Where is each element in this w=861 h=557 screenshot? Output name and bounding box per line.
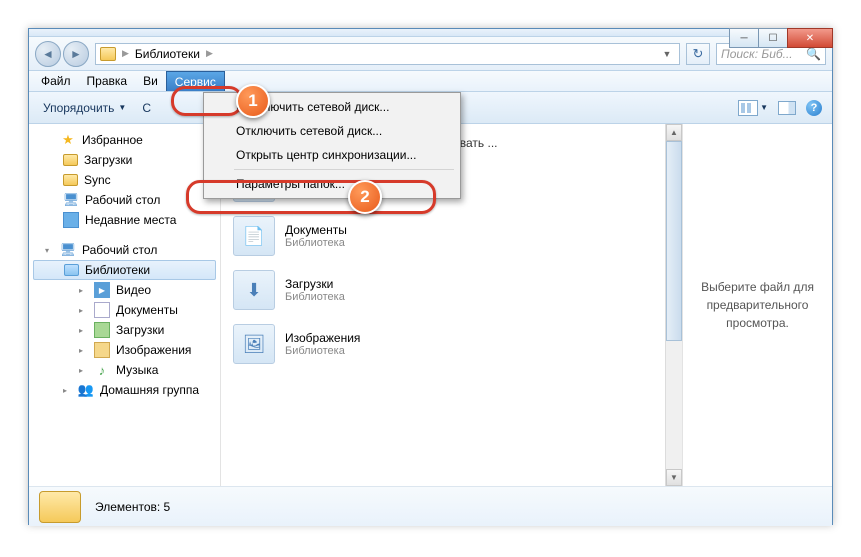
preview-pane-button[interactable]: [778, 101, 796, 115]
menu-bar: Файл Правка Ви Сервис: [29, 71, 832, 92]
list-item[interactable]: 📄 ДокументыБиблиотека: [231, 214, 672, 258]
sidebar-homegroup[interactable]: ▸👥Домашняя группа: [29, 380, 220, 400]
explorer-window: ─ ☐ ✕ ◄ ► ▶ Библиотеки ▶ ▼ ↻ Поиск: Биб.…: [28, 28, 833, 525]
status-bar: Элементов: 5: [29, 486, 832, 526]
downloads-library-icon: ⬇: [233, 270, 275, 310]
search-placeholder: Поиск: Биб...: [721, 47, 802, 61]
close-button[interactable]: ✕: [787, 28, 833, 48]
help-button[interactable]: ?: [806, 100, 822, 116]
address-dropdown-icon[interactable]: ▼: [659, 49, 675, 59]
menu-sync-center[interactable]: Открыть центр синхронизации...: [206, 143, 458, 167]
sidebar-music[interactable]: ▸♪Музыка: [29, 360, 220, 380]
breadcrumb-item[interactable]: Библиотеки: [135, 47, 200, 61]
titlebar[interactable]: ─ ☐ ✕: [29, 29, 832, 37]
documents-library-icon: 📄: [233, 216, 275, 256]
address-bar[interactable]: ▶ Библиотеки ▶ ▼: [95, 43, 680, 65]
scroll-up-button[interactable]: ▲: [666, 124, 682, 141]
menu-file[interactable]: Файл: [33, 71, 79, 91]
view-mode-button[interactable]: ▼: [738, 100, 768, 116]
sidebar-images[interactable]: ▸Изображения: [29, 340, 220, 360]
sidebar-libraries[interactable]: Библиотеки: [33, 260, 216, 280]
minimize-button[interactable]: ─: [729, 28, 759, 48]
video-icon: ▶: [94, 282, 110, 298]
expand-icon[interactable]: ▸: [79, 366, 88, 375]
document-icon: [94, 302, 110, 318]
expand-icon[interactable]: ▸: [79, 326, 88, 335]
preview-pane: Выберите файл для предварительного просм…: [682, 124, 832, 486]
sidebar-desktop-root[interactable]: ▾🖥Рабочий стол: [29, 240, 220, 260]
chevron-right-icon: ▶: [122, 48, 129, 59]
share-button[interactable]: С: [138, 99, 155, 117]
music-icon: ♪: [94, 362, 110, 378]
scroll-down-button[interactable]: ▼: [666, 469, 682, 486]
forward-button[interactable]: ►: [63, 41, 89, 67]
chevron-down-icon: ▼: [760, 103, 768, 112]
expand-icon[interactable]: ▸: [63, 386, 72, 395]
desktop-icon: 🖥: [63, 192, 79, 208]
status-count: Элементов: 5: [95, 500, 170, 514]
desktop-icon: 🖥: [60, 242, 76, 258]
expand-icon[interactable]: ▸: [79, 306, 88, 315]
downloads-icon: [94, 322, 110, 338]
menu-separator: [234, 169, 454, 170]
folder-icon: [39, 491, 81, 523]
expand-icon[interactable]: ▸: [79, 346, 88, 355]
chevron-right-icon: ▶: [206, 48, 213, 59]
list-item[interactable]: 🖼 ИзображенияБиблиотека: [231, 322, 672, 366]
chevron-down-icon: ▼: [118, 103, 126, 112]
nav-bar: ◄ ► ▶ Библиотеки ▶ ▼ ↻ Поиск: Биб... 🔍: [29, 37, 832, 71]
folder-icon: [63, 154, 78, 166]
folder-icon: [63, 174, 78, 186]
homegroup-icon: 👥: [78, 382, 94, 398]
menu-edit[interactable]: Правка: [79, 71, 136, 91]
organize-button[interactable]: Упорядочить ▼: [39, 99, 130, 117]
list-item[interactable]: ⬇ ЗагрузкиБиблиотека: [231, 268, 672, 312]
images-library-icon: 🖼: [233, 324, 275, 364]
scrollbar[interactable]: ▲ ▼: [665, 124, 682, 486]
menu-unmap-drive[interactable]: Отключить сетевой диск...: [206, 119, 458, 143]
view-icon: [738, 100, 758, 116]
expand-icon[interactable]: ▸: [79, 286, 88, 295]
recent-icon: [63, 212, 79, 228]
navigation-pane: ★Избранное Загрузки Sync 🖥Рабочий стол Н…: [29, 124, 221, 486]
images-icon: [94, 342, 110, 358]
sidebar-downloads[interactable]: Загрузки: [29, 150, 220, 170]
libraries-icon: [64, 264, 79, 276]
folder-icon: [100, 47, 116, 61]
scroll-thumb[interactable]: [666, 141, 682, 341]
sidebar-downloads-lib[interactable]: ▸Загрузки: [29, 320, 220, 340]
sidebar-recent[interactable]: Недавние места: [29, 210, 220, 230]
star-icon: ★: [60, 132, 76, 148]
back-button[interactable]: ◄: [35, 41, 61, 67]
collapse-icon[interactable]: ▾: [45, 246, 54, 255]
maximize-button[interactable]: ☐: [758, 28, 788, 48]
sidebar-documents[interactable]: ▸Документы: [29, 300, 220, 320]
sidebar-favorites[interactable]: ★Избранное: [29, 130, 220, 150]
search-icon: 🔍: [806, 47, 821, 61]
refresh-button[interactable]: ↻: [686, 43, 710, 65]
menu-view[interactable]: Ви: [135, 71, 166, 91]
sidebar-video[interactable]: ▸▶Видео: [29, 280, 220, 300]
